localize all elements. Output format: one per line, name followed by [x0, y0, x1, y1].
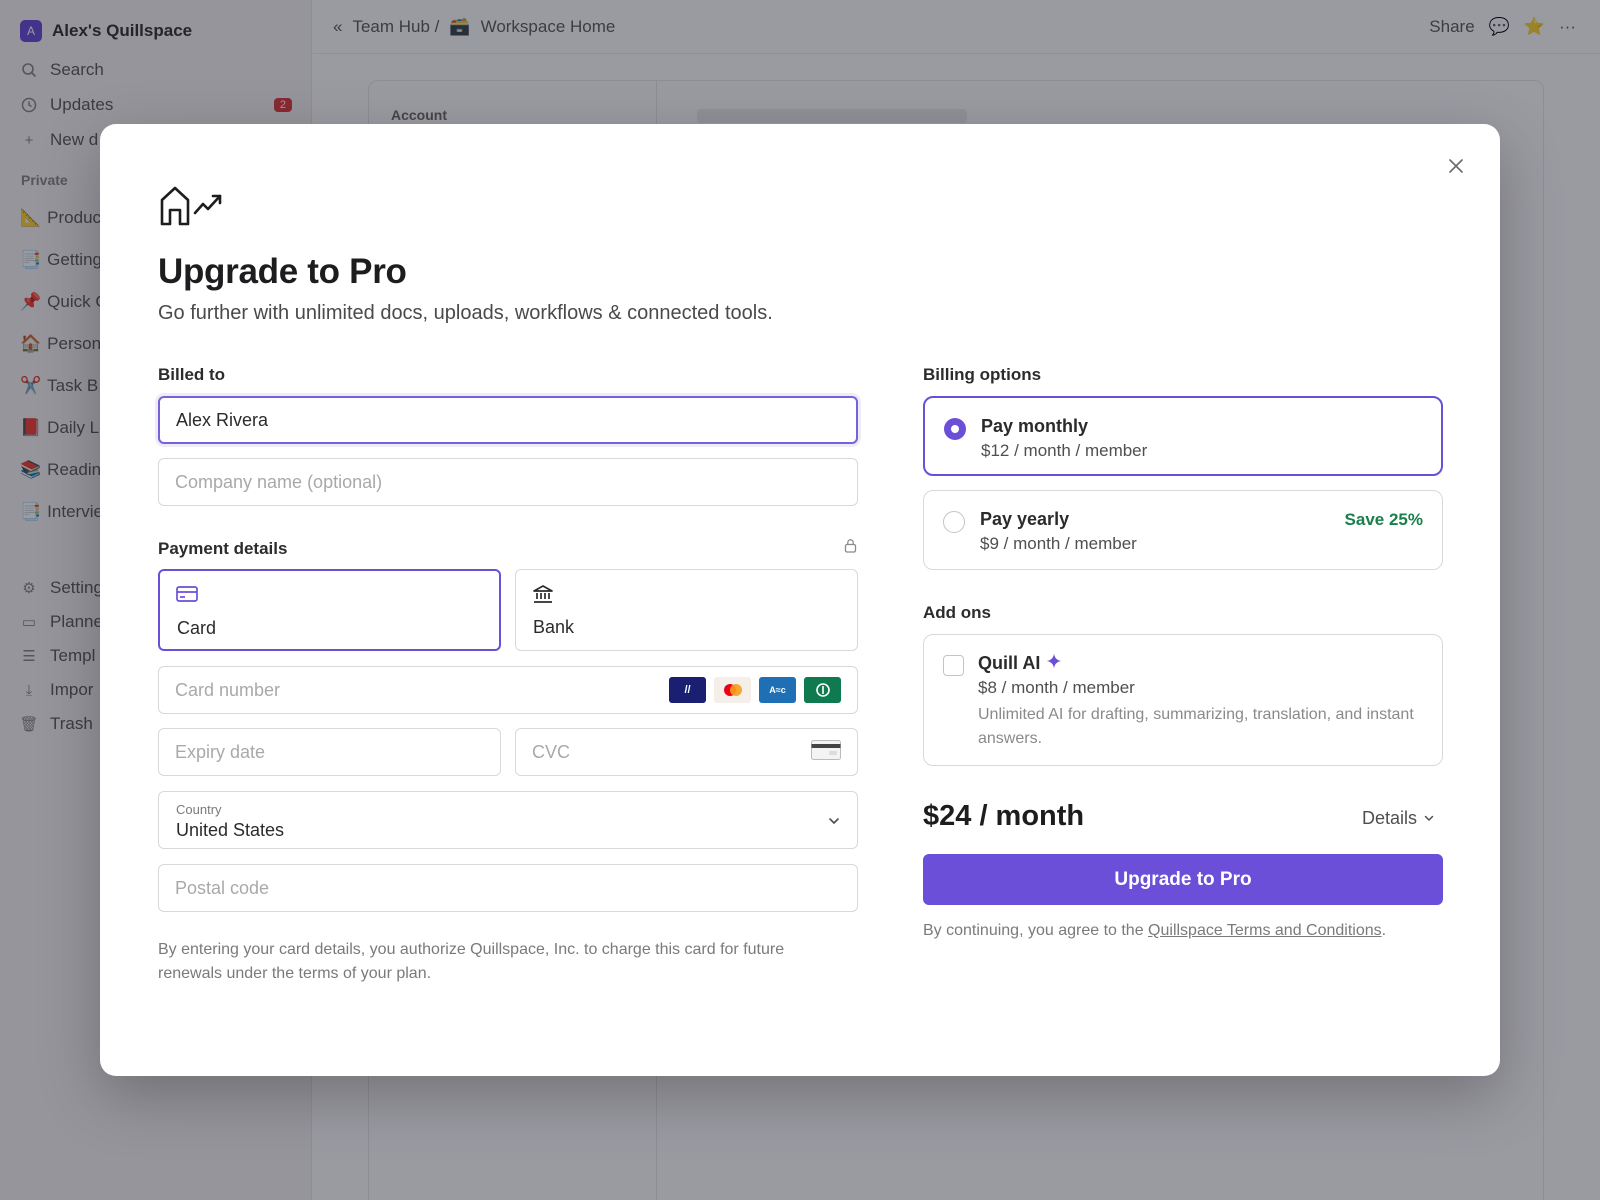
country-value: United States — [176, 820, 285, 840]
addon-title: Quill AI — [978, 653, 1062, 674]
upgrade-to-pro-button[interactable]: Upgrade to Pro — [923, 854, 1443, 905]
chevron-down-icon — [1423, 808, 1435, 829]
sparkle-icon — [1046, 653, 1062, 674]
card-number-placeholder: Card number — [175, 679, 281, 700]
postal-placeholder: Postal code — [175, 877, 270, 898]
pay-yearly-option[interactable]: Pay yearly $9 / month / member Save 25% — [923, 490, 1443, 570]
expiry-placeholder: Expiry date — [175, 741, 266, 762]
pay-monthly-radio[interactable] — [944, 418, 966, 440]
chevron-down-icon — [827, 812, 841, 833]
addon-quill-ai[interactable]: Quill AI $8 / month / member Unlimited A… — [923, 634, 1443, 766]
close-button[interactable] — [1442, 152, 1470, 180]
expiry-date-field[interactable]: Expiry date — [158, 728, 501, 776]
bank-icon — [532, 585, 554, 608]
tab-bank-label: Bank — [533, 617, 575, 637]
pay-yearly-price: $9 / month / member — [980, 534, 1137, 553]
pay-yearly-title: Pay yearly — [980, 509, 1070, 529]
company-name-field[interactable]: Company name (optional) — [158, 458, 858, 506]
close-icon — [1449, 159, 1463, 173]
save-badge: Save 25% — [1344, 510, 1423, 529]
pay-monthly-option[interactable]: Pay monthly $12 / month / member — [923, 396, 1443, 476]
terms-suffix: . — [1381, 922, 1387, 939]
house-growth-icon — [158, 184, 224, 231]
details-label: Details — [1362, 808, 1418, 828]
addon-price: $8 / month / member — [978, 678, 1135, 697]
company-placeholder: Company name (optional) — [175, 471, 383, 492]
terms-text: By continuing, you agree to the Quillspa… — [923, 922, 1386, 940]
pay-yearly-radio[interactable] — [943, 511, 965, 533]
billed-to-label: Billed to — [158, 365, 226, 384]
payment-details-label: Payment details — [158, 539, 288, 558]
tab-card-label: Card — [177, 618, 217, 638]
tab-bank[interactable]: Bank — [515, 569, 858, 651]
lock-icon — [844, 538, 857, 558]
pay-monthly-title: Pay monthly — [981, 416, 1089, 436]
addon-title-text: Quill AI — [978, 653, 1041, 673]
card-number-field[interactable]: Card number // A≈c — [158, 666, 858, 714]
tab-card[interactable]: Card — [158, 569, 501, 651]
modal-subtitle: Go further with unlimited docs, uploads,… — [158, 302, 773, 324]
pay-monthly-price: $12 / month / member — [981, 441, 1148, 460]
upgrade-modal: Upgrade to Pro Go further with unlimited… — [100, 124, 1500, 1076]
country-select[interactable]: Country United States — [158, 791, 858, 849]
quill-ai-checkbox[interactable] — [943, 655, 964, 676]
card-brand-4-icon — [804, 677, 841, 703]
billed-to-name-field[interactable]: Alex Rivera — [158, 396, 858, 444]
details-toggle[interactable]: Details — [1362, 808, 1435, 829]
modal-title: Upgrade to Pro — [158, 252, 407, 291]
postal-code-field[interactable]: Postal code — [158, 864, 858, 912]
cvc-placeholder: CVC — [532, 741, 571, 762]
add-ons-label: Add ons — [923, 603, 991, 622]
mastercard-icon — [714, 677, 751, 703]
card-authorization-text: By entering your card details, you autho… — [158, 941, 785, 982]
cvc-card-icon — [811, 739, 841, 765]
total-price: $24 / month — [923, 800, 1085, 832]
card-brand-1-icon: // — [669, 677, 706, 703]
name-value: Alex Rivera — [176, 409, 269, 430]
amex-icon: A≈c — [759, 677, 796, 703]
addon-description: Unlimited AI for drafting, summarizing, … — [978, 706, 1414, 747]
card-brand-logos: // A≈c — [669, 677, 841, 703]
credit-card-icon — [176, 586, 198, 607]
terms-link[interactable]: Quillspace Terms and Conditions — [1148, 922, 1382, 939]
country-label: Country — [176, 802, 222, 817]
cvc-field[interactable]: CVC — [515, 728, 858, 776]
terms-prefix: By continuing, you agree to the — [923, 922, 1149, 939]
billing-options-label: Billing options — [923, 365, 1042, 384]
